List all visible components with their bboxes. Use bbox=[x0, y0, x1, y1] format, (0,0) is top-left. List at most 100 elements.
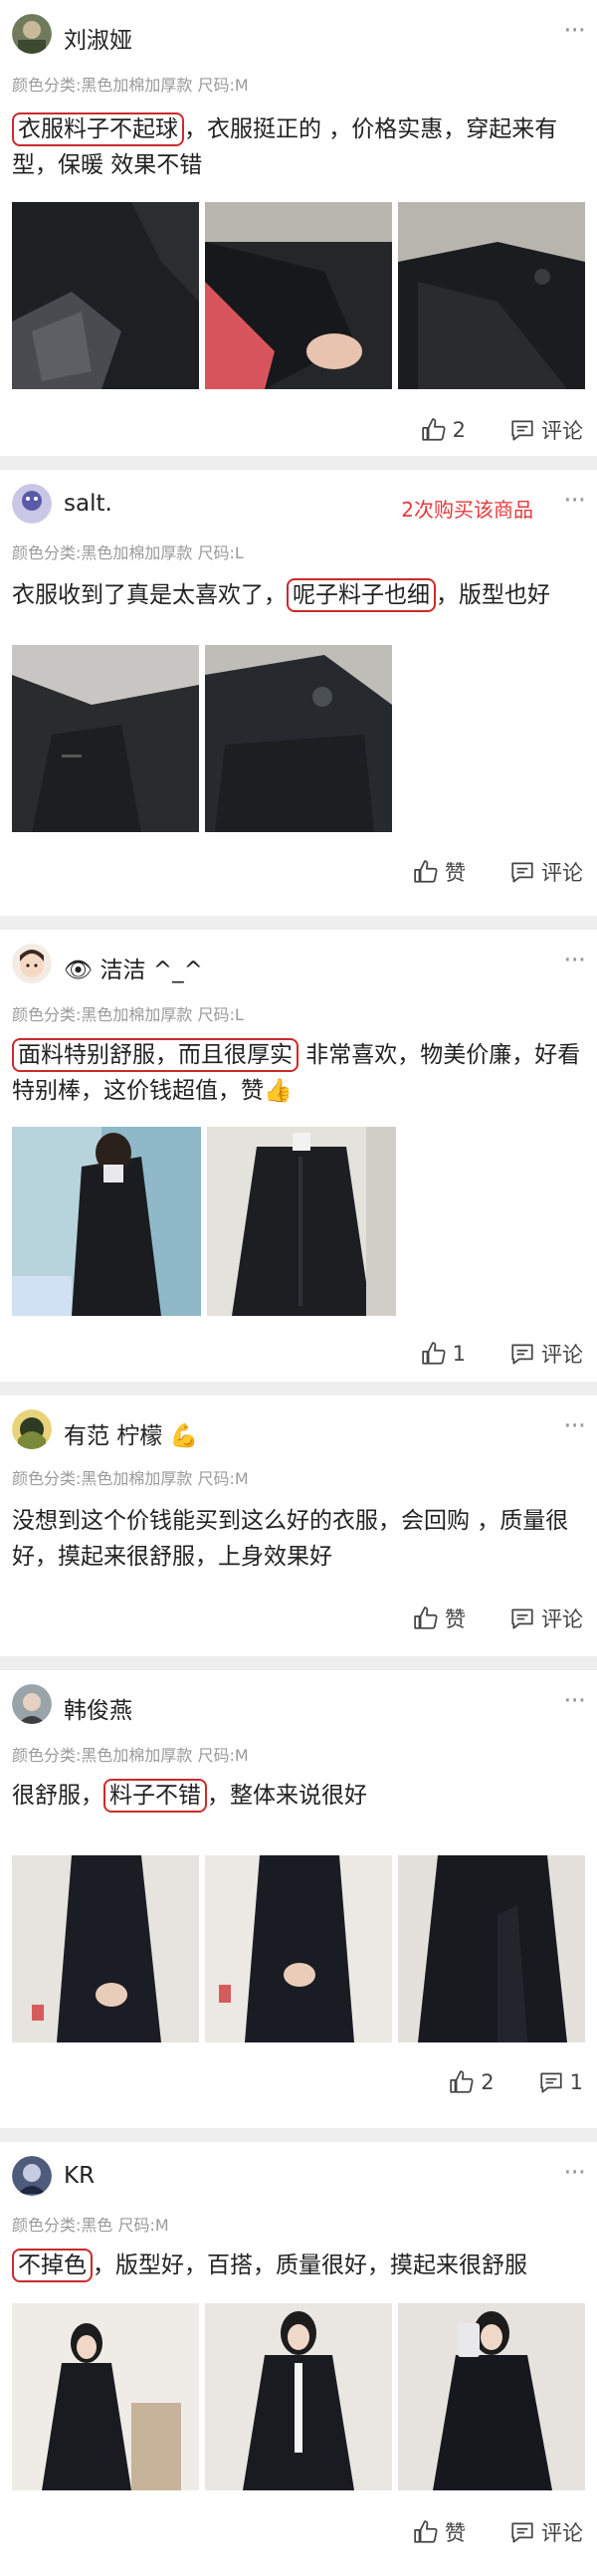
comment-button[interactable]: 评论 bbox=[509, 2517, 583, 2547]
more-icon[interactable]: ··· bbox=[563, 1411, 586, 1441]
like-count: 赞 bbox=[445, 861, 466, 885]
more-icon[interactable]: ··· bbox=[563, 2158, 586, 2188]
username[interactable]: 👁 洁洁 ^_^ bbox=[64, 951, 203, 984]
avatar[interactable] bbox=[12, 14, 52, 54]
like-button[interactable]: 赞 bbox=[413, 1604, 466, 1633]
sku-info: 颜色分类:黑色加棉加厚款 尺码:M bbox=[12, 1469, 249, 1488]
comment-icon bbox=[511, 1344, 533, 1365]
review-photo[interactable] bbox=[398, 1855, 585, 2042]
avatar[interactable] bbox=[12, 484, 52, 524]
review-header: 有范 柠檬 💪 ··· bbox=[12, 1409, 586, 1450]
more-icon[interactable]: ··· bbox=[563, 16, 586, 46]
sku-info: 颜色分类:黑色加棉加厚款 尺码:L bbox=[12, 543, 244, 562]
like-count: 赞 bbox=[445, 1608, 466, 1631]
review-photo[interactable] bbox=[12, 645, 199, 832]
review-photo[interactable] bbox=[12, 1855, 199, 2042]
comment-button[interactable]: 评论 bbox=[509, 1339, 583, 1369]
highlight-text: 衣服料子不起球 bbox=[12, 112, 184, 146]
username[interactable]: 刘淑娅 bbox=[64, 21, 132, 55]
sku-info: 颜色分类:黑色 尺码:M bbox=[12, 2216, 169, 2235]
username[interactable]: 韩俊燕 bbox=[64, 1691, 132, 1725]
highlight-text: 不掉色 bbox=[12, 2249, 93, 2282]
thumbs-up-icon bbox=[414, 1607, 438, 1629]
comment-icon bbox=[540, 2072, 562, 2093]
comment-label: 评论 bbox=[541, 2521, 583, 2545]
review-actions: 赞 评论 bbox=[369, 1603, 583, 1634]
comment-icon bbox=[511, 862, 533, 883]
thumbs-up-icon bbox=[421, 418, 446, 441]
avatar[interactable] bbox=[12, 944, 52, 983]
comment-label: 评论 bbox=[541, 1343, 583, 1367]
divider bbox=[0, 2128, 597, 2142]
comment-icon bbox=[511, 420, 533, 441]
review-card: 刘淑娅 ··· 颜色分类:黑色加棉加厚款 尺码:M 衣服料子不起球 ，衣服挺正的 … bbox=[0, 0, 597, 456]
review-photo[interactable] bbox=[205, 645, 392, 832]
comment-button[interactable]: 评论 bbox=[509, 1604, 583, 1633]
review-text: 衣服料子不起球 ，衣服挺正的 ，价格实惠，穿起来有型，保暖 效果不错 bbox=[12, 111, 585, 183]
review-photo[interactable] bbox=[205, 2303, 392, 2490]
review-text: 面料特别舒服，而且很厚实 非常喜欢，物美价廉，好看特别棒，这价钱超值，赞👍 bbox=[12, 1037, 585, 1109]
review-header: 刘淑娅 ··· bbox=[12, 14, 586, 55]
review-photo[interactable] bbox=[12, 2303, 199, 2490]
comment-button[interactable]: 1 bbox=[538, 2069, 583, 2095]
review-photo[interactable] bbox=[12, 1127, 201, 1316]
comment-button[interactable]: 评论 bbox=[509, 415, 583, 445]
username[interactable]: KR bbox=[64, 2163, 95, 2189]
like-button[interactable]: 赞 bbox=[413, 857, 466, 887]
review-photo[interactable] bbox=[398, 202, 585, 389]
repurchase-badge: 2次购买该商品 bbox=[401, 498, 533, 522]
comment-count: 1 bbox=[569, 2070, 583, 2094]
like-count: 赞 bbox=[445, 2521, 466, 2545]
review-card: KR ··· 颜色分类:黑色 尺码:M 不掉色 ，版型好，百搭，质量很好，摸起来很… bbox=[0, 2142, 597, 2576]
comment-icon bbox=[511, 1609, 533, 1629]
review-text: 很舒服， 料子不错 ，整体来说很好 bbox=[12, 1778, 585, 1814]
more-icon[interactable]: ··· bbox=[563, 486, 586, 516]
thumbs-up-icon bbox=[421, 1342, 446, 1365]
comment-button[interactable]: 评论 bbox=[509, 857, 583, 887]
divider bbox=[0, 456, 597, 470]
review-photo[interactable] bbox=[12, 202, 199, 389]
more-icon[interactable]: ··· bbox=[563, 1686, 586, 1716]
review-card: salt. 2次购买该商品 ··· 颜色分类:黑色加棉加厚款 尺码:L 衣服收到… bbox=[0, 470, 597, 916]
eye-emoji-icon: 👁 bbox=[64, 958, 100, 983]
review-header: 👁 洁洁 ^_^ ··· bbox=[12, 944, 586, 984]
more-icon[interactable]: ··· bbox=[563, 946, 586, 975]
like-button[interactable]: 赞 bbox=[413, 2517, 466, 2547]
like-button[interactable]: 1 bbox=[421, 1341, 466, 1367]
review-photo[interactable] bbox=[205, 1855, 392, 2042]
review-photo[interactable] bbox=[207, 1127, 396, 1316]
avatar[interactable] bbox=[12, 1684, 52, 1724]
like-button[interactable]: 2 bbox=[449, 2069, 495, 2095]
avatar[interactable] bbox=[12, 2156, 52, 2196]
like-count: 2 bbox=[481, 2070, 495, 2094]
username-text: 洁洁 ^_^ bbox=[100, 958, 203, 983]
divider bbox=[0, 1382, 597, 1395]
review-actions: 赞 评论 bbox=[369, 856, 583, 888]
like-count: 2 bbox=[452, 418, 466, 442]
like-button[interactable]: 2 bbox=[421, 417, 466, 443]
review-text: 没想到这个价钱能买到这么好的衣服，会回购 ，质量很好，摸起来很舒服，上身效果好 bbox=[12, 1508, 569, 1570]
review-actions: 1 评论 bbox=[377, 1338, 583, 1370]
review-photo[interactable] bbox=[205, 202, 392, 389]
comment-label: 评论 bbox=[541, 861, 583, 885]
review-text: 不掉色 ，版型好，百搭，质量很好，摸起来很舒服 bbox=[12, 2248, 585, 2283]
thumbs-up-icon bbox=[414, 2520, 438, 2543]
review-body: 很舒服， bbox=[12, 1783, 103, 1809]
review-card: 👁 洁洁 ^_^ ··· 颜色分类:黑色加棉加厚款 尺码:L 面料特别舒服，而且… bbox=[0, 930, 597, 1382]
review-actions: 2 评论 bbox=[377, 414, 583, 446]
review-body: ，版型也好 bbox=[436, 582, 550, 608]
thumbs-up-emoji-icon: 👍 bbox=[264, 1078, 293, 1104]
divider bbox=[0, 916, 597, 930]
review-header: salt. 2次购买该商品 ··· bbox=[12, 484, 586, 524]
divider bbox=[0, 1656, 597, 1670]
thumbs-up-icon bbox=[414, 860, 438, 883]
highlight-text: 呢子料子也细 bbox=[287, 578, 436, 612]
username[interactable]: 有范 柠檬 💪 bbox=[64, 1416, 198, 1450]
sku-info: 颜色分类:黑色加棉加厚款 尺码:L bbox=[12, 1005, 244, 1024]
review-photo[interactable] bbox=[398, 2303, 585, 2490]
review-body: 衣服收到了真是太喜欢了， bbox=[12, 582, 287, 608]
highlight-text: 面料特别舒服，而且很厚实 bbox=[12, 1038, 298, 1072]
sku-info: 颜色分类:黑色加棉加厚款 尺码:M bbox=[12, 1746, 249, 1765]
avatar[interactable] bbox=[12, 1409, 52, 1449]
username[interactable]: salt. bbox=[64, 491, 112, 517]
